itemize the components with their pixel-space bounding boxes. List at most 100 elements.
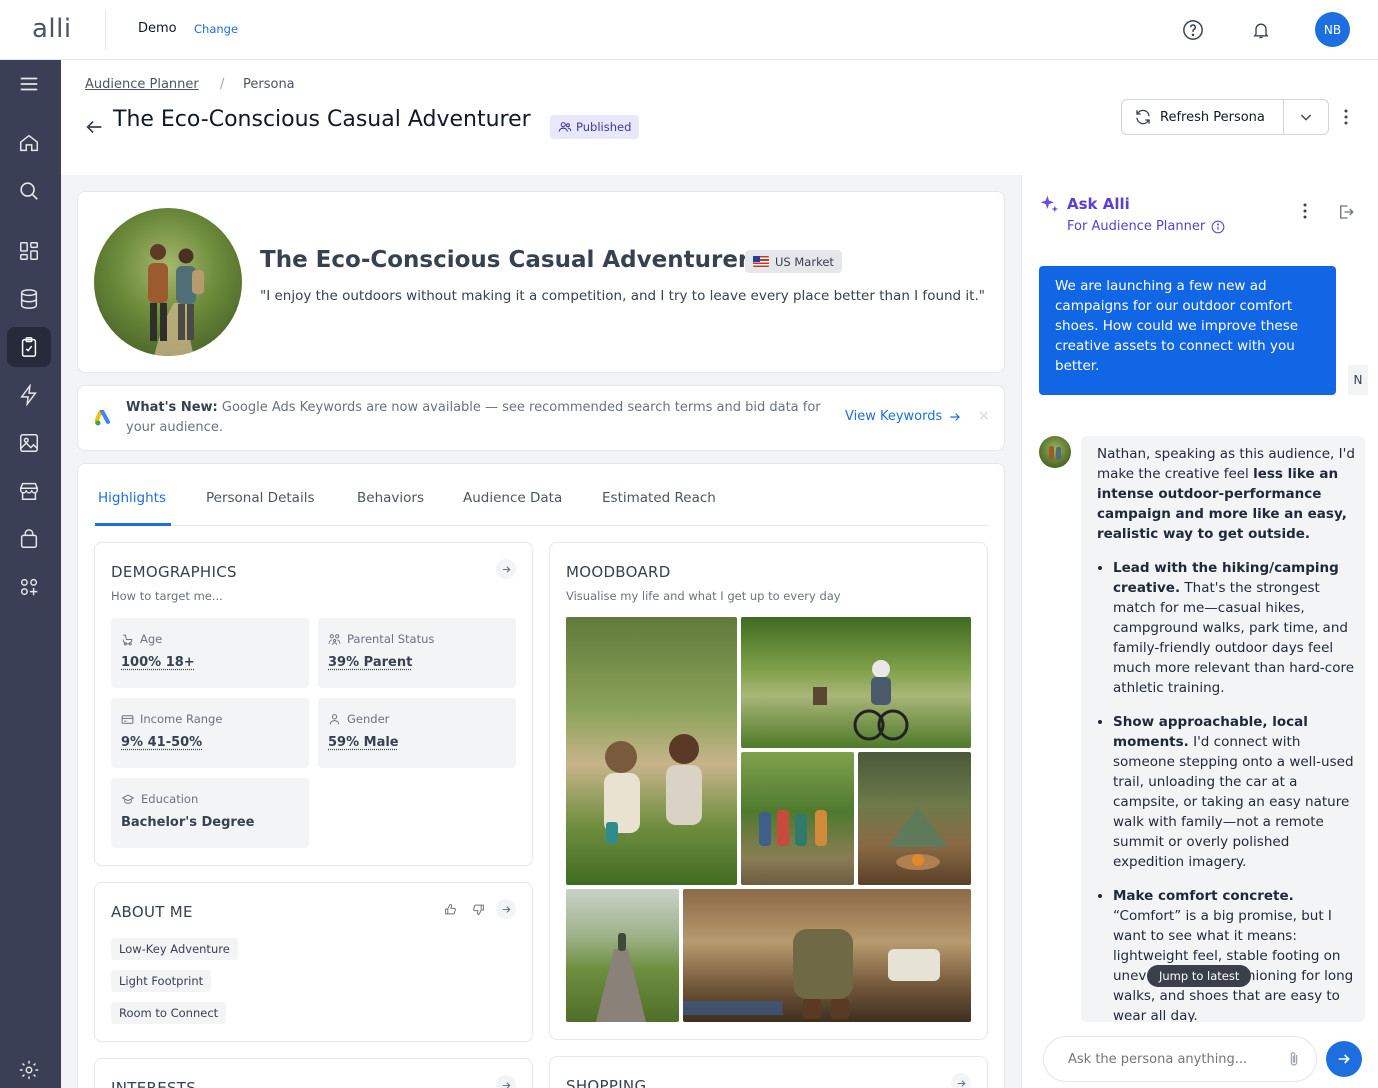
stat-education-label-text: Education bbox=[141, 792, 199, 806]
reply-bullet-text: I'd connect with someone stepping onto a… bbox=[1113, 734, 1354, 870]
stat-gender: Gender 59% Male bbox=[318, 698, 516, 768]
moodboard-photo-gear-workshop[interactable] bbox=[683, 889, 971, 1022]
chat-title: Ask Alli bbox=[1067, 195, 1130, 213]
stat-income-range: Income Range 9% 41-50% bbox=[111, 698, 309, 768]
thumbs-down-icon[interactable] bbox=[468, 899, 488, 919]
moodboard-section: MOODBOARD Visualise my life and what I g… bbox=[549, 542, 988, 1040]
moodboard-photo-campsite[interactable] bbox=[858, 752, 971, 885]
moodboard-title: MOODBOARD bbox=[566, 563, 671, 581]
help-circle-icon[interactable] bbox=[1180, 17, 1206, 43]
tab-behaviors[interactable]: Behaviors bbox=[357, 490, 424, 506]
stat-parental-value[interactable]: 39% Parent bbox=[328, 655, 412, 670]
interests-title: INTERESTS bbox=[111, 1079, 197, 1088]
tab-personal-details[interactable]: Personal Details bbox=[206, 490, 314, 506]
whats-new-banner: What's New: Google Ads Keywords are now … bbox=[77, 385, 1005, 451]
clipboard-check-icon[interactable] bbox=[7, 327, 51, 367]
tab-highlights[interactable]: Highlights bbox=[98, 490, 166, 506]
reply-bullet-bold: Make comfort concrete. bbox=[1113, 888, 1294, 904]
about-me-title: ABOUT ME bbox=[111, 903, 193, 921]
user-message: We are launching a few new ad campaigns … bbox=[1039, 266, 1336, 395]
send-arrow-icon bbox=[1338, 1054, 1350, 1064]
menu-icon[interactable] bbox=[7, 64, 51, 104]
moodboard-photo-boardwalk[interactable] bbox=[566, 889, 679, 1022]
persona-photo bbox=[94, 208, 242, 356]
more-vertical-icon[interactable] bbox=[1338, 105, 1354, 129]
user-message-avatar: N bbox=[1348, 365, 1368, 395]
moodboard-photo-group-hike[interactable] bbox=[741, 752, 854, 885]
info-icon[interactable] bbox=[1211, 220, 1225, 234]
dashboard-icon[interactable] bbox=[7, 231, 51, 271]
about-chip: Light Footprint bbox=[111, 970, 212, 992]
stat-gender-value[interactable]: 59% Male bbox=[328, 735, 399, 750]
shopping-title: SHOPPING bbox=[566, 1077, 647, 1088]
chat-subtitle-text: For Audience Planner bbox=[1067, 219, 1206, 234]
jump-to-latest-button[interactable]: Jump to latest bbox=[1147, 965, 1252, 987]
exit-panel-icon[interactable] bbox=[1337, 203, 1355, 225]
breadcrumb-separator: / bbox=[220, 77, 225, 92]
sparkle-icon bbox=[1039, 194, 1059, 214]
view-keywords-link[interactable]: View Keywords bbox=[845, 409, 962, 424]
back-arrow-icon[interactable] bbox=[83, 116, 105, 138]
breadcrumb-current: Persona bbox=[243, 77, 295, 92]
stat-age-value[interactable]: 100% 18+ bbox=[121, 655, 195, 670]
google-ads-icon bbox=[94, 409, 113, 426]
whats-new-body: Google Ads Keywords are now available — … bbox=[126, 400, 821, 435]
tab-estimated-reach[interactable]: Estimated Reach bbox=[602, 490, 716, 506]
store-icon[interactable] bbox=[7, 471, 51, 511]
image-icon[interactable] bbox=[7, 423, 51, 463]
paperclip-icon[interactable] bbox=[1286, 1050, 1302, 1072]
stat-age-label-text: Age bbox=[140, 632, 163, 646]
moodboard-photo-friends-park[interactable] bbox=[566, 617, 737, 885]
chat-more-icon[interactable] bbox=[1303, 203, 1307, 223]
bell-icon[interactable] bbox=[1248, 17, 1274, 43]
stat-parental-status: Parental Status 39% Parent bbox=[318, 618, 516, 688]
change-org-link[interactable]: Change bbox=[194, 22, 238, 36]
status-badge-label: Published bbox=[576, 120, 632, 134]
market-badge: US Market bbox=[745, 250, 842, 273]
view-keywords-label: View Keywords bbox=[845, 409, 943, 424]
chat-input[interactable] bbox=[1043, 1036, 1317, 1082]
stat-education: Education Bachelor's Degree bbox=[111, 778, 309, 848]
close-icon[interactable]: × bbox=[978, 408, 990, 424]
us-flag-icon bbox=[753, 256, 769, 267]
shopping-section: SHOPPING bbox=[549, 1056, 988, 1088]
apps-icon[interactable] bbox=[7, 567, 51, 607]
whats-new-label: What's New: bbox=[126, 400, 218, 415]
home-icon[interactable] bbox=[7, 123, 51, 163]
tab-audience-data[interactable]: Audience Data bbox=[463, 490, 562, 506]
send-button[interactable] bbox=[1326, 1041, 1362, 1077]
chevron-down-icon[interactable] bbox=[1284, 100, 1328, 134]
user-avatar[interactable]: NB bbox=[1315, 12, 1350, 47]
search-icon[interactable] bbox=[7, 171, 51, 211]
credit-card-icon bbox=[121, 714, 134, 724]
about-chip: Low-Key Adventure bbox=[111, 938, 238, 960]
about-chip: Room to Connect bbox=[111, 1002, 227, 1024]
bag-icon[interactable] bbox=[7, 519, 51, 559]
breadcrumb-audience-planner[interactable]: Audience Planner bbox=[85, 77, 199, 92]
lightning-icon[interactable] bbox=[7, 375, 51, 415]
active-tab-indicator bbox=[95, 523, 171, 526]
refresh-persona-label: Refresh Persona bbox=[1160, 109, 1265, 125]
arrow-right-icon[interactable] bbox=[496, 1075, 516, 1088]
top-divider bbox=[105, 10, 106, 50]
arrow-right-icon[interactable] bbox=[496, 899, 516, 919]
chat-subtitle: For Audience Planner bbox=[1067, 219, 1225, 234]
arrow-right-icon[interactable] bbox=[951, 1073, 971, 1088]
main-content: The Eco-Conscious Casual Adventurer US M… bbox=[61, 175, 1021, 1088]
reply-bullet: Show approachable, local moments. I'd co… bbox=[1113, 712, 1355, 872]
stat-income-label-text: Income Range bbox=[140, 712, 223, 726]
family-icon bbox=[328, 633, 341, 645]
stroller-icon bbox=[122, 634, 133, 645]
moodboard-photo-cyclist[interactable] bbox=[741, 617, 971, 748]
refresh-persona-button[interactable]: Refresh Persona bbox=[1122, 100, 1284, 134]
arrow-right-icon[interactable] bbox=[496, 559, 516, 579]
stat-income-value[interactable]: 9% 41-50% bbox=[121, 735, 202, 750]
thumbs-up-icon[interactable] bbox=[440, 899, 460, 919]
stat-parental-label-text: Parental Status bbox=[347, 632, 435, 646]
stat-age-label: Age bbox=[121, 632, 162, 646]
app-logo[interactable]: alli bbox=[32, 14, 72, 44]
graduation-cap-icon bbox=[121, 794, 135, 804]
stat-education-label: Education bbox=[121, 792, 198, 806]
settings-icon[interactable] bbox=[7, 1050, 51, 1088]
database-icon[interactable] bbox=[7, 279, 51, 319]
